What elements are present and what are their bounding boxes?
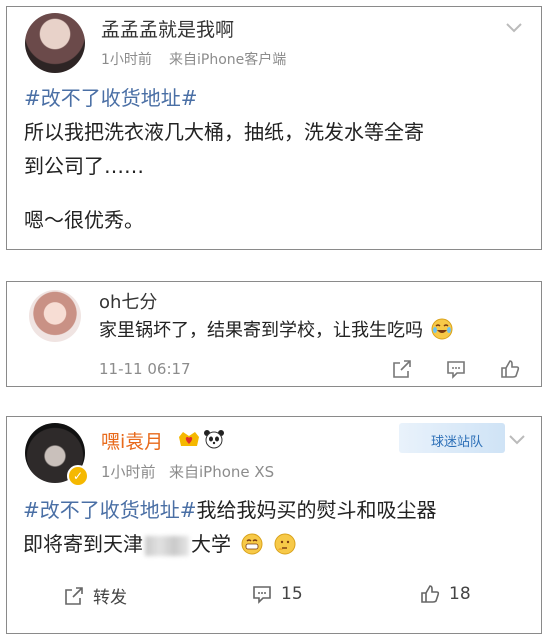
repost-button[interactable]: 转发 — [63, 583, 127, 608]
panda-emoji-icon — [204, 430, 224, 449]
post-text-line-2-start: 即将寄到天津 — [23, 532, 143, 556]
grin-emoji-icon — [241, 533, 263, 555]
avatar[interactable] — [25, 13, 85, 73]
crown-heart-badge-icon — [179, 432, 199, 446]
avatar[interactable] — [29, 290, 81, 342]
comment-button[interactable]: 15 — [251, 583, 303, 605]
post-source: 来自iPhone客户端 — [169, 52, 287, 68]
post-source: 来自iPhone XS — [169, 463, 275, 481]
post-text-line-2: 即将寄到天津 大学 — [23, 527, 296, 561]
post-text-line-1: 所以我把洗衣液几大桶，抽纸，洗发水等全寄 — [24, 120, 424, 144]
laugh-cry-emoji-icon — [431, 318, 453, 340]
like-count: 18 — [449, 584, 471, 604]
post-text-line-3: 嗯～很优秀。 — [24, 208, 144, 232]
hashtag-link[interactable]: #改不了收货地址# — [23, 498, 197, 522]
username[interactable]: 孟孟孟就是我啊 — [101, 15, 234, 42]
blurred-school-name — [145, 535, 189, 556]
repost-icon — [65, 586, 83, 605]
hashtag-link[interactable]: #改不了收货地址# — [24, 81, 198, 115]
verified-badge-icon: ✓ — [67, 465, 89, 487]
post-text-line-2-end: 大学 — [191, 532, 231, 556]
watermark-logo: 球迷站队 — [399, 423, 505, 453]
comment-text-content: 家里锅坏了，结果寄到学校，让我生吃吗 — [99, 320, 423, 341]
like-button[interactable]: 18 — [419, 583, 471, 605]
comment-text: 家里锅坏了，结果寄到学校，让我生吃吗 — [99, 314, 453, 348]
like-icon[interactable] — [499, 358, 521, 380]
chevron-down-icon[interactable] — [504, 21, 524, 35]
comment-icon — [253, 586, 271, 604]
thinking-emoji-icon — [274, 533, 296, 555]
comment-card: oh七分 家里锅坏了，结果寄到学校，让我生吃吗 11-11 06:17 — [6, 281, 542, 387]
commenter-name[interactable]: oh七分 — [99, 288, 157, 314]
post-text-line-1-rest: 我给我妈买的熨斗和吸尘器 — [196, 498, 437, 522]
comment-count: 15 — [281, 584, 303, 604]
username[interactable]: 嘿i袁月 — [101, 427, 163, 454]
repost-label: 转发 — [93, 588, 127, 608]
like-icon — [421, 585, 440, 603]
weibo-post-card-1: 孟孟孟就是我啊 1小时前 来自iPhone客户端 #改不了收货地址# 所以我把洗… — [6, 6, 542, 250]
comment-icon[interactable] — [445, 358, 467, 380]
post-time: 1小时前 — [101, 463, 156, 481]
repost-icon[interactable] — [391, 358, 413, 380]
chevron-down-icon[interactable] — [507, 433, 527, 447]
watermark-text: 球迷站队 — [431, 435, 484, 450]
comment-time: 11-11 06:17 — [99, 360, 191, 378]
post-time: 1小时前 — [101, 52, 152, 68]
post-text-line-1: #改不了收货地址#我给我妈买的熨斗和吸尘器 — [23, 493, 437, 527]
weibo-post-card-2: ✓ 嘿i袁月 1小时前 来自iPhone XS 球迷站队 #改不了收货地址#我给… — [6, 416, 542, 634]
post-text-line-2: 到公司了…… — [24, 154, 144, 178]
